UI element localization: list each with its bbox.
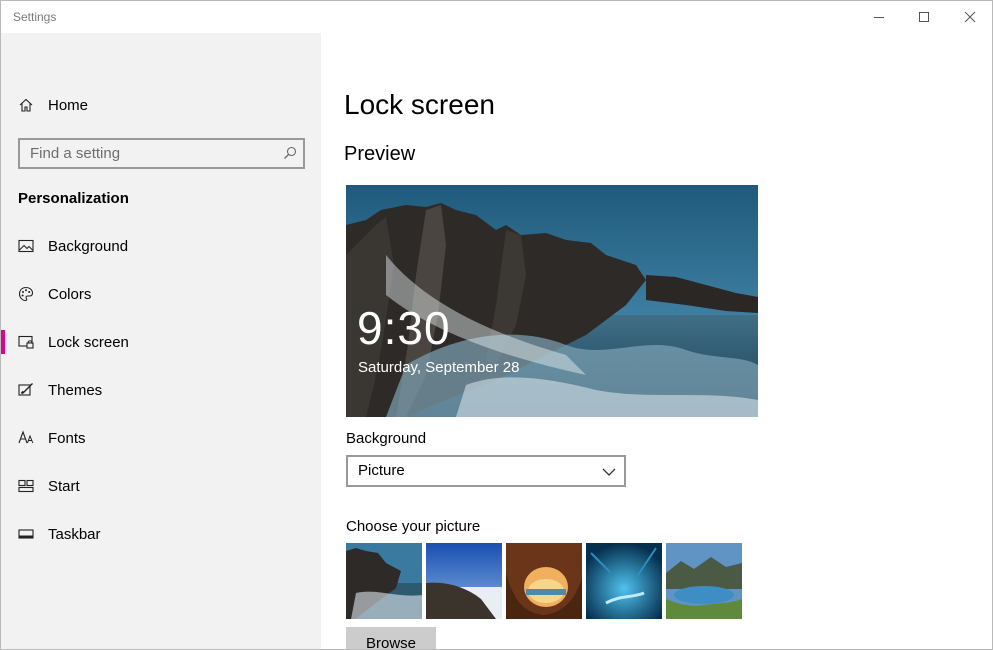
preview-date: Saturday, September 28: [358, 359, 520, 376]
sidebar-item-themes[interactable]: Themes: [1, 370, 321, 410]
selected-indicator: [1, 330, 5, 354]
palette-icon: [17, 285, 35, 303]
ice-cave-thumbnail[interactable]: [586, 543, 662, 619]
search-icon[interactable]: [283, 146, 297, 165]
sidebar-item-lock-screen[interactable]: Lock screen: [1, 322, 321, 362]
search-box[interactable]: Find a setting: [18, 138, 305, 169]
main-content: Lock screen Preview 9:30 Saturday, Septe…: [321, 33, 992, 649]
sidebar-item-label: Lock screen: [48, 333, 129, 351]
fonts-icon: [17, 429, 35, 447]
background-dropdown[interactable]: Picture: [346, 455, 626, 487]
maximize-button[interactable]: [901, 1, 947, 33]
settings-window: Settings Home Find a setting Personaliza…: [0, 0, 993, 650]
lock-screen-preview: 9:30 Saturday, September 28: [346, 185, 758, 417]
rocky-coast-thumbnail[interactable]: [346, 543, 422, 619]
snowy-hill-thumbnail[interactable]: [426, 543, 502, 619]
sidebar-item-label: Taskbar: [48, 525, 101, 543]
minimize-icon: [874, 17, 884, 18]
lock-screen-icon: [17, 333, 35, 351]
mountain-lake-thumbnail[interactable]: [666, 543, 742, 619]
sidebar-item-home[interactable]: Home: [1, 85, 321, 125]
sidebar-item-label: Fonts: [48, 429, 86, 447]
taskbar-icon: [17, 525, 35, 543]
search-input[interactable]: Find a setting: [30, 145, 120, 162]
picture-icon: [17, 237, 35, 255]
maximize-icon: [919, 12, 929, 22]
close-button[interactable]: [947, 1, 992, 33]
sidebar-item-fonts[interactable]: Fonts: [1, 418, 321, 458]
sidebar: Home Find a setting Personalization Back…: [1, 33, 321, 649]
close-icon: [964, 11, 976, 23]
themes-icon: [17, 381, 35, 399]
sidebar-item-label: Start: [48, 477, 80, 495]
choose-picture-label: Choose your picture: [346, 518, 481, 535]
sidebar-item-label: Home: [48, 96, 89, 114]
sidebar-item-label: Colors: [48, 285, 92, 303]
sidebar-item-background[interactable]: Background: [1, 226, 321, 266]
home-icon: [17, 96, 35, 114]
browse-button[interactable]: Browse: [346, 627, 436, 649]
window-title: Settings: [13, 10, 57, 24]
section-heading: Personalization: [18, 190, 129, 207]
page-title: Lock screen: [344, 89, 495, 120]
start-icon: [17, 477, 35, 495]
preview-heading: Preview: [344, 143, 416, 165]
background-dropdown-value: Picture: [358, 462, 405, 479]
title-bar: Settings: [1, 1, 992, 33]
preview-time: 9:30: [357, 302, 451, 354]
sidebar-item-taskbar[interactable]: Taskbar: [1, 514, 321, 554]
background-label: Background: [346, 430, 427, 447]
sidebar-item-label: Background: [48, 237, 129, 255]
sidebar-item-start[interactable]: Start: [1, 466, 321, 506]
sidebar-item-colors[interactable]: Colors: [1, 274, 321, 314]
sea-cave-sunset-thumbnail[interactable]: [506, 543, 582, 619]
chevron-down-icon: [602, 465, 616, 483]
sidebar-item-label: Themes: [48, 381, 103, 399]
minimize-button[interactable]: [856, 1, 902, 33]
